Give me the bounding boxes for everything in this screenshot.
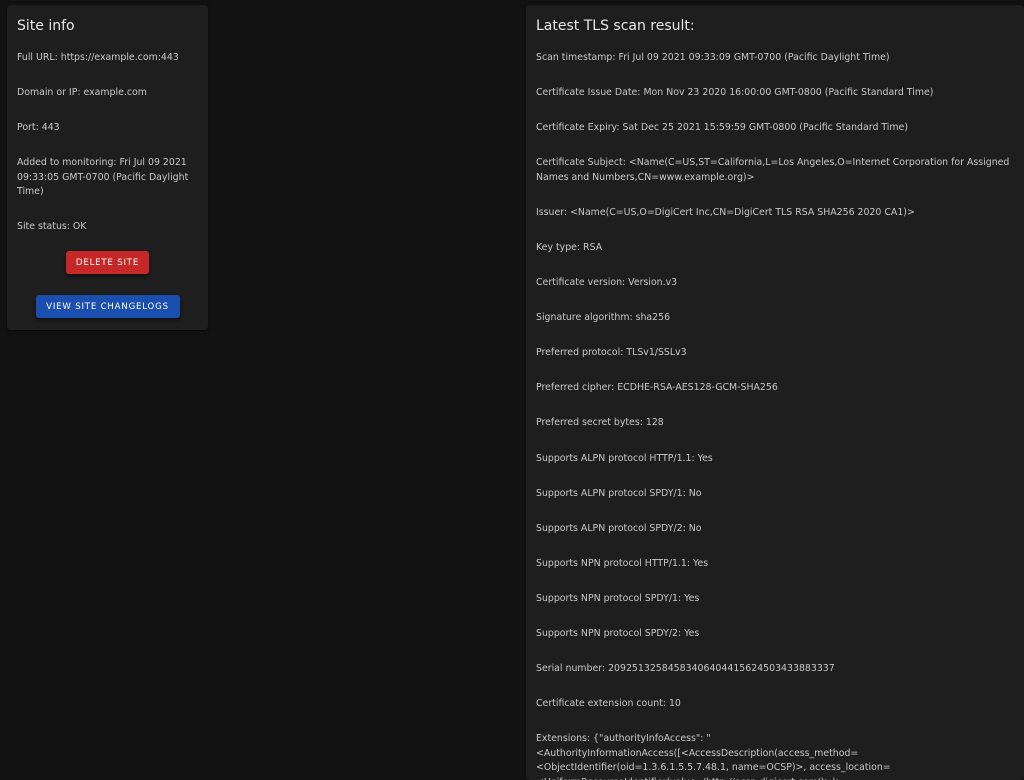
view-site-changelogs-button[interactable]: VIEW SITE CHANGELOGS <box>35 295 180 318</box>
preferred-secret-bytes-text: Preferred secret bytes: 128 <box>536 417 664 429</box>
cert-subject-text: Certificate Subject: <Name(C=US,ST=Calif… <box>536 157 1010 183</box>
site-status-text: Site status: OK <box>17 221 87 232</box>
preferred-cipher-text: Preferred cipher: ECDHE-RSA-AES128-GCM-S… <box>536 382 778 394</box>
serial-number-text: Serial number: 2092513258458340640441562… <box>536 663 835 675</box>
delete-site-button[interactable]: DELETE SITE <box>66 251 149 274</box>
npn-spdy2-text: Supports NPN protocol SPDY/2: Yes <box>536 628 700 639</box>
site-info-title: Site info <box>17 18 75 34</box>
alpn-spdy2-text: Supports ALPN protocol SPDY/2: No <box>536 522 702 534</box>
port-text: Port: 443 <box>17 122 60 133</box>
alpn-http11-text: Supports ALPN protocol HTTP/1.1: Yes <box>536 452 713 464</box>
site-info-card: Site info Full URL: https://example.com:… <box>7 5 208 330</box>
scan-timestamp-text: Scan timestamp: Fri Jul 09 2021 09:33:09… <box>536 52 890 63</box>
cert-expiry-text: Certificate Expiry: Sat Dec 25 2021 15:5… <box>536 122 908 134</box>
signature-algorithm-text: Signature algorithm: sha256 <box>536 312 671 324</box>
full-url-text: Full URL: https://example.com:443 <box>17 52 179 63</box>
key-type-text: Key type: RSA <box>536 241 603 253</box>
domain-text: Domain or IP: example.com <box>17 87 147 98</box>
npn-http11-text: Supports NPN protocol HTTP/1.1: Yes <box>536 557 709 569</box>
cert-issue-date-text: Certificate Issue Date: Mon Nov 23 2020 … <box>536 87 934 99</box>
tls-scan-card: Latest TLS scan result: Scan timestamp: … <box>526 5 1024 780</box>
extension-count-text: Certificate extension count: 10 <box>536 698 681 710</box>
added-to-monitoring-text: Added to monitoring: Fri Jul 09 2021 09:… <box>17 157 189 197</box>
issuer-text: Issuer: <Name(C=US,O=DigiCert Inc,CN=Dig… <box>536 206 915 218</box>
cert-version-text: Certificate version: Version.v3 <box>536 277 678 289</box>
extensions-text: Extensions: {"authorityInfoAccess": "<Au… <box>536 733 891 780</box>
tls-scan-title: Latest TLS scan result: <box>536 18 695 34</box>
npn-spdy1-text: Supports NPN protocol SPDY/1: Yes <box>536 592 700 604</box>
preferred-protocol-text: Preferred protocol: TLSv1/SSLv3 <box>536 347 687 359</box>
alpn-spdy1-text: Supports ALPN protocol SPDY/1: No <box>536 487 702 499</box>
